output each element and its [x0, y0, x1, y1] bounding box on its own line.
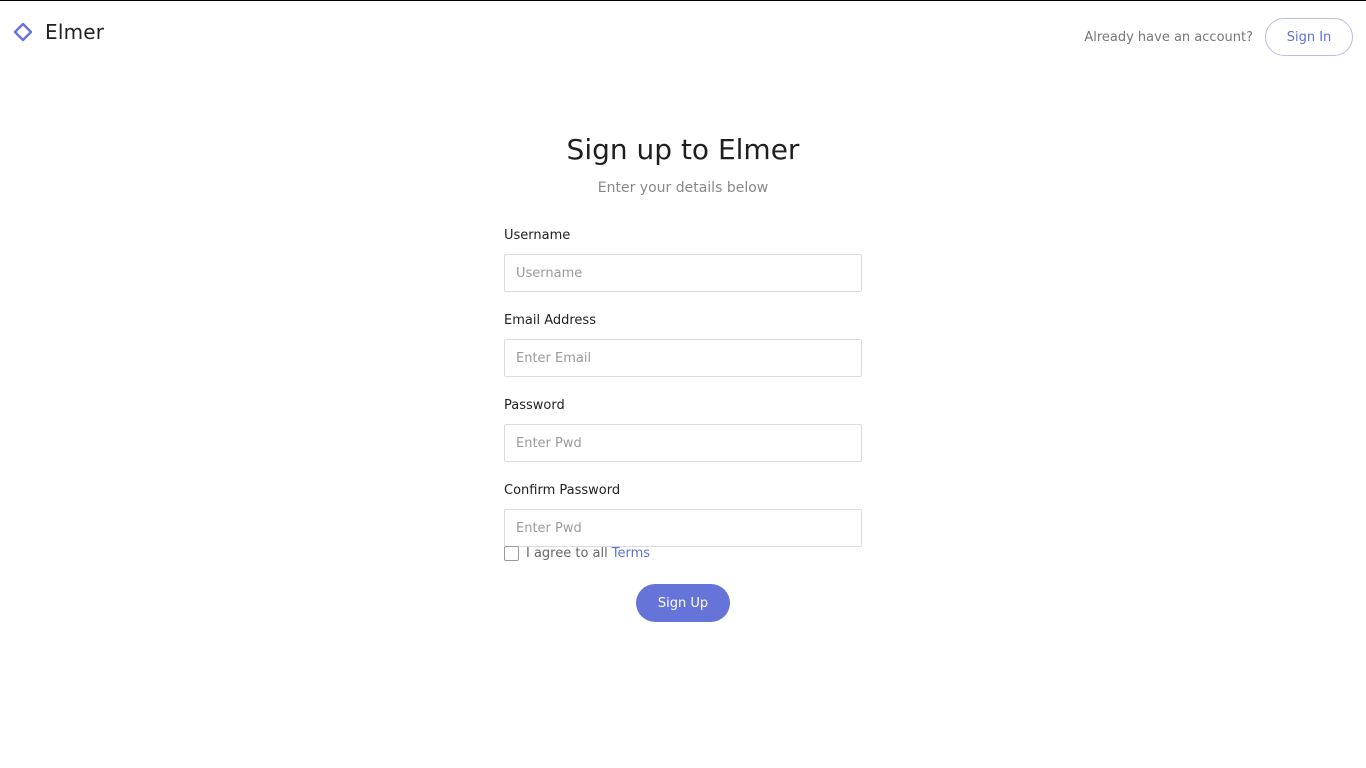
terms-checkbox[interactable]: [504, 546, 519, 561]
terms-row: I agree to all Terms: [504, 546, 650, 561]
terms-link[interactable]: Terms: [612, 546, 650, 561]
username-input[interactable]: [504, 254, 862, 292]
top-border: [0, 0, 1366, 1]
brand[interactable]: Elmer: [12, 20, 104, 44]
email-field-group: Email Address: [504, 312, 862, 377]
email-input[interactable]: [504, 339, 862, 377]
header-account: Already have an account? Sign In: [1084, 18, 1353, 56]
email-label: Email Address: [504, 313, 596, 328]
brand-name: Elmer: [45, 20, 105, 44]
sign-in-button[interactable]: Sign In: [1265, 18, 1353, 56]
password-field-group: Password: [504, 397, 862, 462]
confirm-password-label: Confirm Password: [504, 483, 621, 498]
page-subtitle: Enter your details below: [597, 180, 769, 196]
diamond-logo-icon: [12, 21, 34, 43]
confirm-password-field-group: Confirm Password: [504, 482, 862, 547]
page-title: Sign up to Elmer: [566, 133, 800, 166]
username-field-group: Username: [504, 227, 862, 292]
username-label: Username: [504, 228, 571, 243]
account-prompt: Already have an account?: [1084, 29, 1253, 45]
terms-text: I agree to all: [526, 546, 608, 561]
sign-up-button[interactable]: Sign Up: [636, 584, 730, 622]
signup-form: Username Email Address Password Confirm …: [504, 227, 862, 567]
password-input[interactable]: [504, 424, 862, 462]
password-label: Password: [504, 398, 565, 413]
confirm-password-input[interactable]: [504, 509, 862, 547]
